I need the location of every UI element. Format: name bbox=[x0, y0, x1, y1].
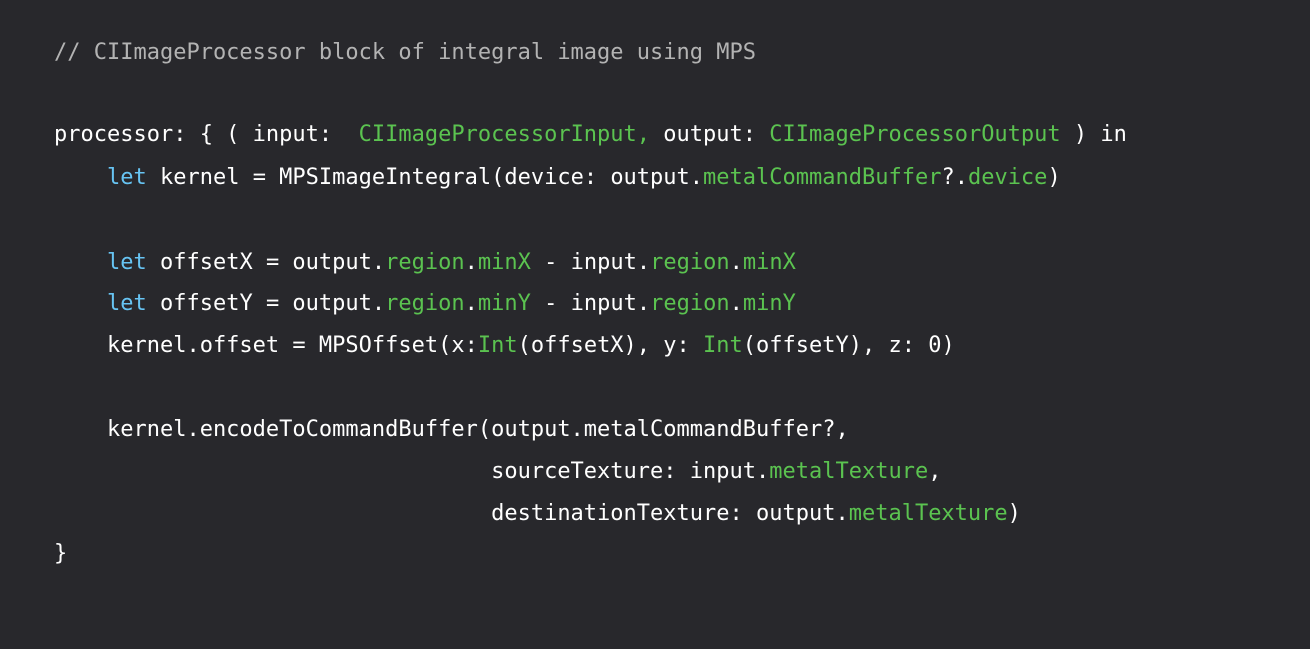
code-token: CIImageProcessorInput, bbox=[358, 122, 651, 147]
code-line-kernel-offset: kernel.offset = MPSOffset(x:Int(offsetX)… bbox=[54, 331, 955, 361]
code-token: minY bbox=[477, 291, 531, 316]
code-token: CIImageProcessorOutput bbox=[769, 122, 1061, 147]
code-line-let-offsetx: let offsetX = output.region.minX - input… bbox=[54, 248, 796, 278]
code-line-let-kernel: let kernel = MPSImageIntegral(device: ou… bbox=[54, 163, 1061, 193]
code-token: . bbox=[729, 291, 743, 316]
code-token: - input. bbox=[530, 250, 651, 275]
code-token: - input. bbox=[530, 291, 651, 316]
code-token: device bbox=[967, 165, 1048, 190]
code-token: region bbox=[385, 250, 465, 275]
code-editor: // CIImageProcessor block of integral im… bbox=[0, 0, 1310, 649]
code-token: let bbox=[106, 250, 147, 275]
code-token: kernel.offset = MPSOffset(x: bbox=[54, 333, 478, 358]
code-token: destinationTexture: output. bbox=[54, 501, 849, 526]
code-token: region bbox=[385, 291, 465, 316]
code-token: metalCommandBuffer bbox=[703, 165, 942, 190]
code-token: (offsetY), z: 0) bbox=[742, 333, 955, 358]
code-token: region bbox=[650, 291, 730, 316]
code-line-closing-brace: } bbox=[54, 539, 67, 569]
code-token: (offsetX), y: bbox=[517, 333, 704, 358]
code-token: Int bbox=[477, 333, 518, 358]
code-token: offsetX = output. bbox=[146, 250, 386, 275]
code-token: , bbox=[928, 459, 942, 484]
code-token: // CIImageProcessor block of integral im… bbox=[54, 40, 756, 65]
code-token: minY bbox=[742, 291, 796, 316]
code-token: region bbox=[650, 250, 730, 275]
code-token: metalTexture bbox=[848, 501, 1008, 526]
code-token: minX bbox=[742, 250, 796, 275]
code-token: ) bbox=[1007, 501, 1021, 526]
code-line-comment: // CIImageProcessor block of integral im… bbox=[54, 38, 756, 68]
code-token: ) in bbox=[1060, 122, 1127, 147]
code-token: } bbox=[54, 541, 68, 566]
code-token: output: bbox=[650, 122, 770, 147]
code-token: let bbox=[106, 165, 147, 190]
code-line-source-texture: sourceTexture: input.metalTexture, bbox=[54, 457, 941, 487]
code-token: kernel = MPSImageIntegral(device: output… bbox=[146, 165, 704, 190]
code-line-destination-texture: destinationTexture: output.metalTexture) bbox=[54, 499, 1021, 529]
code-token: Int bbox=[703, 333, 743, 358]
code-line-let-offsety: let offsetY = output.region.minY - input… bbox=[54, 289, 796, 319]
code-token: let bbox=[106, 291, 147, 316]
code-token: kernel.encodeToCommandBuffer(output.meta… bbox=[54, 417, 849, 442]
code-token: . bbox=[464, 250, 478, 275]
code-token: . bbox=[464, 291, 478, 316]
code-token: ) bbox=[1047, 165, 1061, 190]
code-token: metalTexture bbox=[769, 459, 929, 484]
code-token: processor: { ( input: bbox=[54, 122, 359, 147]
code-line-processor-signature: processor: { ( input: CIImageProcessorIn… bbox=[54, 120, 1127, 150]
code-token: minX bbox=[477, 250, 531, 275]
code-token: sourceTexture: input. bbox=[54, 459, 770, 484]
code-token: ?. bbox=[941, 165, 968, 190]
code-token: offsetY = output. bbox=[146, 291, 386, 316]
code-line-encode-call: kernel.encodeToCommandBuffer(output.meta… bbox=[54, 415, 849, 445]
code-token: . bbox=[729, 250, 743, 275]
